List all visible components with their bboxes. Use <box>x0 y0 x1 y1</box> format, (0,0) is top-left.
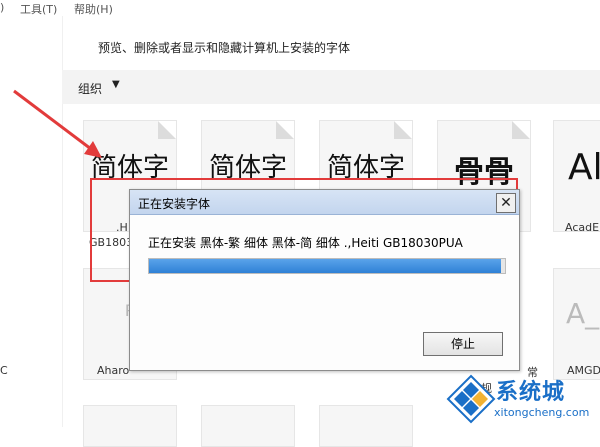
installing-fonts-dialog: 正在安装字体 ✕ 正在安装 黑体-繁 细体 黑体-简 细体 .,Heiti GB… <box>129 189 520 371</box>
stop-button[interactable]: 停止 <box>423 332 503 356</box>
progress-fill <box>149 259 502 273</box>
dialog-titlebar[interactable]: 正在安装字体 ✕ <box>130 190 519 215</box>
watermark: 系统城 xitongcheng.com <box>444 370 600 427</box>
dialog-title: 正在安装字体 <box>138 197 211 211</box>
watermark-url: xitongcheng.com <box>494 406 590 419</box>
install-progress-bar <box>148 258 506 274</box>
windows-logo-icon <box>446 374 496 424</box>
watermark-brand: 系统城 <box>496 380 566 405</box>
close-icon[interactable]: ✕ <box>496 193 516 213</box>
install-status-message: 正在安装 黑体-繁 细体 黑体-简 细体 .,Heiti GB18030PUA <box>148 236 463 250</box>
